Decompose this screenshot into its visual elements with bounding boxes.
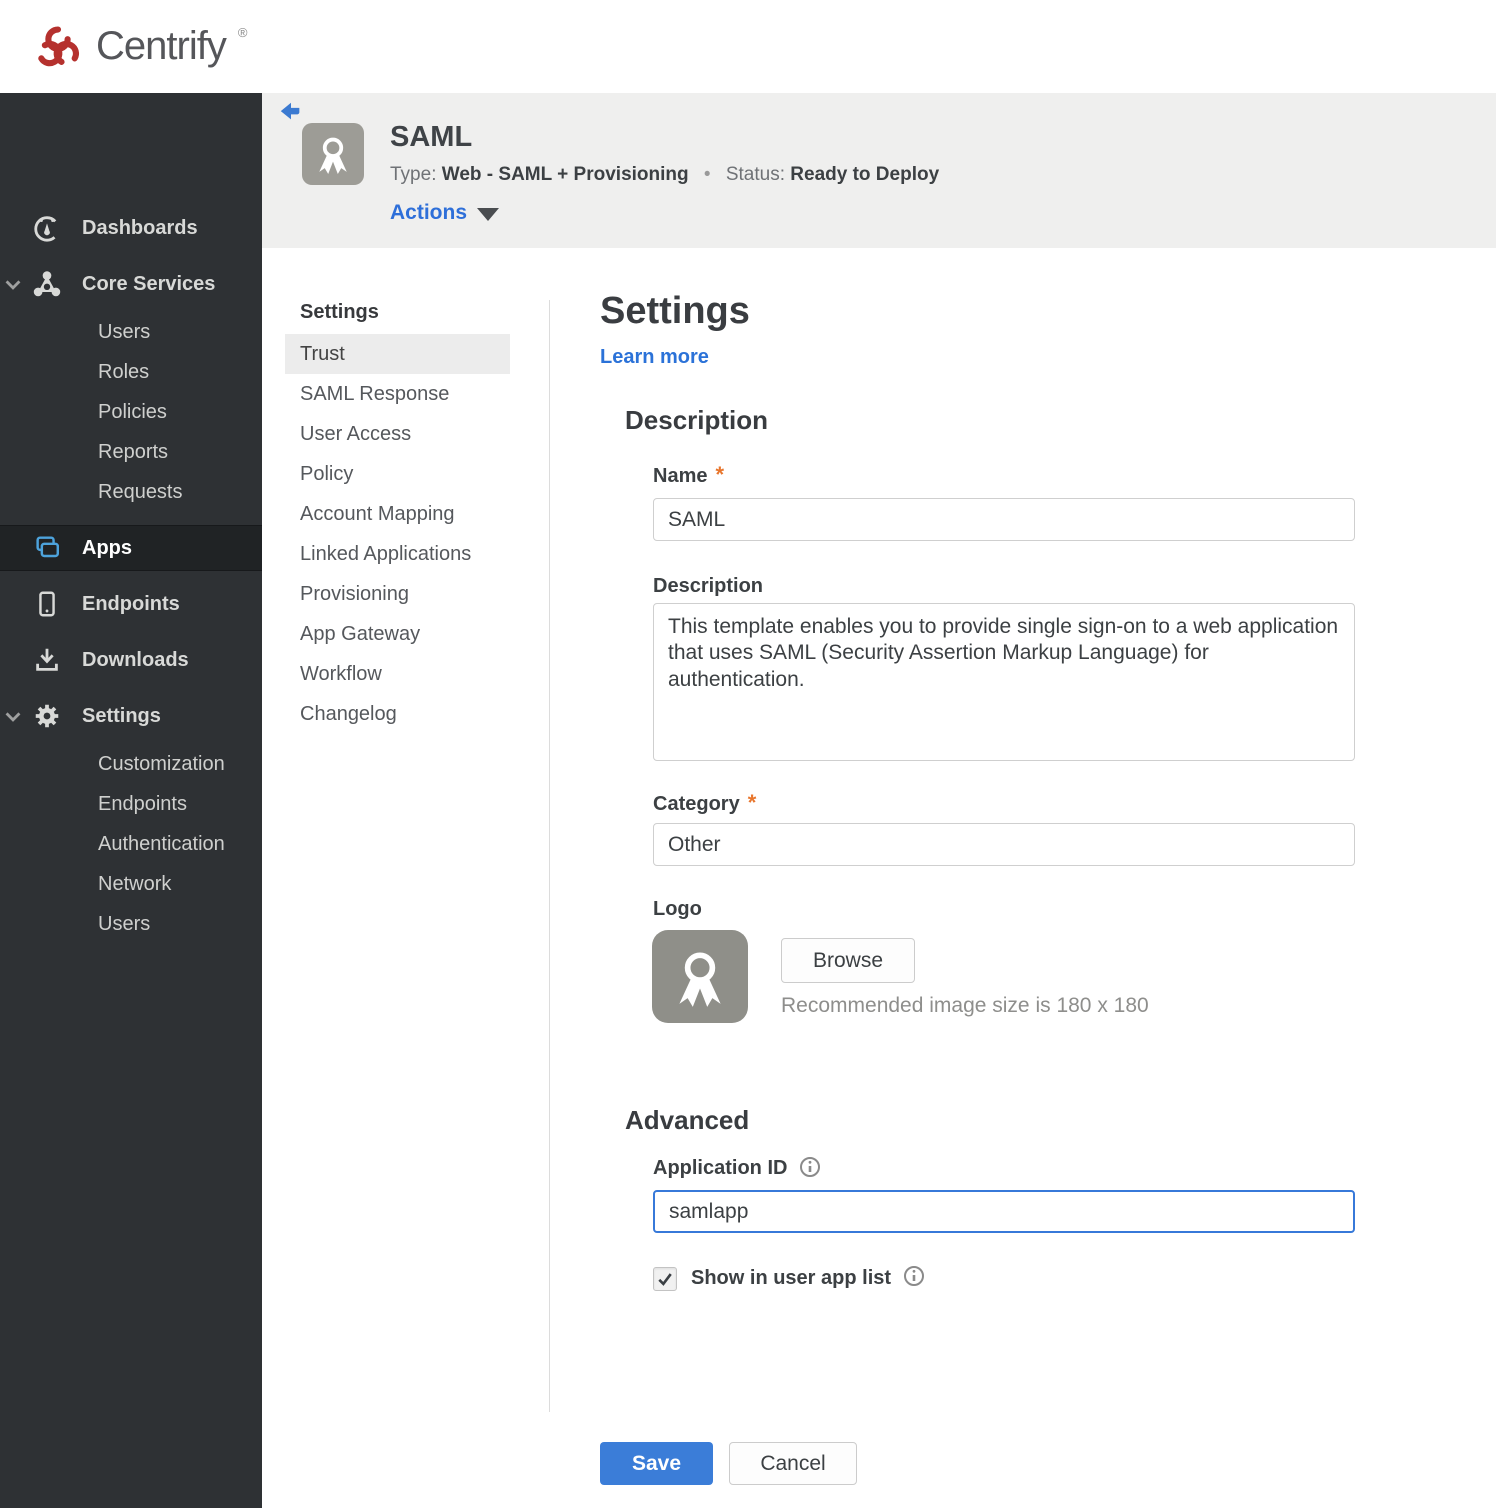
- required-asterisk: *: [747, 790, 757, 815]
- ribbon-icon: [679, 952, 721, 1007]
- show-in-app-list-row: Show in user app list: [653, 1265, 925, 1292]
- subnav-item-user-access[interactable]: User Access: [285, 414, 510, 454]
- sidebar-item-label: Settings: [82, 704, 161, 727]
- description-label: Description: [653, 575, 764, 597]
- sidebar-item-label: Core Services: [82, 272, 216, 295]
- actions-label: Actions: [390, 201, 468, 224]
- page-title: Settings: [600, 290, 750, 332]
- sidebar-item-label: Downloads: [82, 648, 189, 671]
- actions-menu-button[interactable]: Actions: [390, 201, 500, 225]
- page-app-title: SAML: [390, 121, 473, 153]
- app-header: SAML Type: Web - SAML + Provisioning • S…: [262, 93, 1496, 248]
- description-field[interactable]: This template enables you to provide sin…: [653, 603, 1355, 761]
- sidebar-item-customization[interactable]: Customization: [98, 744, 225, 784]
- sidebar-item-downloads[interactable]: Downloads: [0, 637, 262, 683]
- sidebar-item-label: Dashboards: [82, 216, 198, 239]
- sidebar-item-label: Endpoints: [82, 592, 180, 615]
- learn-more-link[interactable]: Learn more: [600, 346, 709, 369]
- subnav-item-saml-response[interactable]: SAML Response: [285, 374, 510, 414]
- sidebar-item-users[interactable]: Users: [98, 312, 150, 352]
- subnav-item-linked-applications[interactable]: Linked Applications: [285, 534, 510, 574]
- sidebar-item-label: Apps: [82, 536, 132, 559]
- app-meta: Type: Web - SAML + Provisioning • Status…: [390, 164, 939, 186]
- topbar: Centrify ®: [0, 0, 1496, 93]
- back-arrow-icon[interactable]: [278, 99, 304, 125]
- sidebar-item-settings-endpoints[interactable]: Endpoints: [98, 784, 187, 824]
- info-icon[interactable]: [799, 1156, 821, 1184]
- download-icon: [32, 645, 62, 675]
- centrify-swirl-icon: [38, 25, 79, 66]
- meta-separator: •: [703, 164, 711, 185]
- subnav-item-account-mapping[interactable]: Account Mapping: [285, 494, 510, 534]
- show-in-app-list-label: Show in user app list: [691, 1267, 892, 1289]
- application-id-label: Application ID: [653, 1156, 821, 1184]
- type-label: Type:: [390, 164, 437, 185]
- ribbon-icon: [319, 137, 347, 174]
- sidebar-item-settings[interactable]: Settings: [0, 693, 262, 739]
- form-actions: Save Cancel: [600, 1442, 857, 1485]
- sidebar-item-network[interactable]: Network: [98, 864, 171, 904]
- show-in-app-list-checkbox[interactable]: [653, 1266, 677, 1291]
- subnav-item-policy[interactable]: Policy: [285, 454, 510, 494]
- logo-size-hint: Recommended image size is 180 x 180: [781, 994, 1149, 1017]
- sidebar-item-endpoints[interactable]: Endpoints: [0, 581, 262, 627]
- cancel-button[interactable]: Cancel: [729, 1442, 857, 1485]
- description-section-heading: Description: [625, 405, 769, 435]
- subnav-item-workflow[interactable]: Workflow: [285, 654, 510, 694]
- application-id-field[interactable]: [653, 1190, 1355, 1233]
- status-label: Status:: [725, 164, 785, 185]
- sidebar-item-roles[interactable]: Roles: [98, 352, 149, 392]
- vertical-divider: [549, 300, 550, 1412]
- sidebar-item-settings-users[interactable]: Users: [98, 904, 150, 944]
- save-button[interactable]: Save: [600, 1442, 713, 1485]
- info-icon[interactable]: [903, 1265, 925, 1292]
- advanced-section-heading: Advanced: [625, 1105, 750, 1135]
- brand-name: Centrify: [96, 24, 227, 68]
- caret-down-icon: [477, 208, 500, 221]
- core-services-icon: [32, 269, 62, 299]
- subnav-item-trust[interactable]: Trust: [285, 334, 510, 374]
- sidebar-item-core-services[interactable]: Core Services: [0, 261, 262, 307]
- subnav-item-provisioning[interactable]: Provisioning: [285, 574, 510, 614]
- centrify-logo[interactable]: Centrify ®: [30, 16, 247, 78]
- sidebar-item-requests[interactable]: Requests: [98, 472, 183, 512]
- required-asterisk: *: [715, 462, 725, 487]
- phone-icon: [32, 589, 62, 619]
- gauge-icon: [32, 213, 62, 243]
- name-field[interactable]: [653, 498, 1355, 541]
- status-badge: Ready to Deploy: [790, 164, 940, 185]
- subnav-item-changelog[interactable]: Changelog: [285, 694, 510, 734]
- category-field[interactable]: [653, 823, 1355, 866]
- sidebar-item-policies[interactable]: Policies: [98, 392, 167, 432]
- chevron-down-icon: [5, 712, 21, 722]
- registered-mark: ®: [237, 25, 248, 40]
- subnav-header: Settings: [300, 301, 379, 323]
- type-value: Web - SAML + Provisioning: [441, 164, 689, 185]
- settings-subnav: Settings Trust SAML Response User Access…: [285, 293, 510, 734]
- gear-icon: [32, 701, 62, 731]
- main-content: Settings Learn more Description Name* De…: [600, 290, 1400, 1500]
- sidebar: Dashboards Core Services Users Roles Pol…: [0, 93, 262, 1508]
- name-label: Name *: [653, 462, 725, 487]
- sidebar-item-apps[interactable]: Apps: [0, 525, 262, 571]
- subnav-item-app-gateway[interactable]: App Gateway: [285, 614, 510, 654]
- sidebar-item-dashboards[interactable]: Dashboards: [0, 205, 262, 251]
- apps-icon: [32, 533, 62, 563]
- chevron-down-icon: [5, 280, 21, 290]
- sidebar-item-reports[interactable]: Reports: [98, 432, 168, 472]
- checkmark-icon: [658, 1272, 672, 1286]
- browse-button[interactable]: Browse: [781, 938, 915, 983]
- app-logo: [302, 123, 364, 185]
- category-label: Category *: [653, 790, 757, 815]
- logo-preview: [652, 930, 748, 1023]
- sidebar-item-authentication[interactable]: Authentication: [98, 824, 225, 864]
- logo-label: Logo: [653, 898, 702, 920]
